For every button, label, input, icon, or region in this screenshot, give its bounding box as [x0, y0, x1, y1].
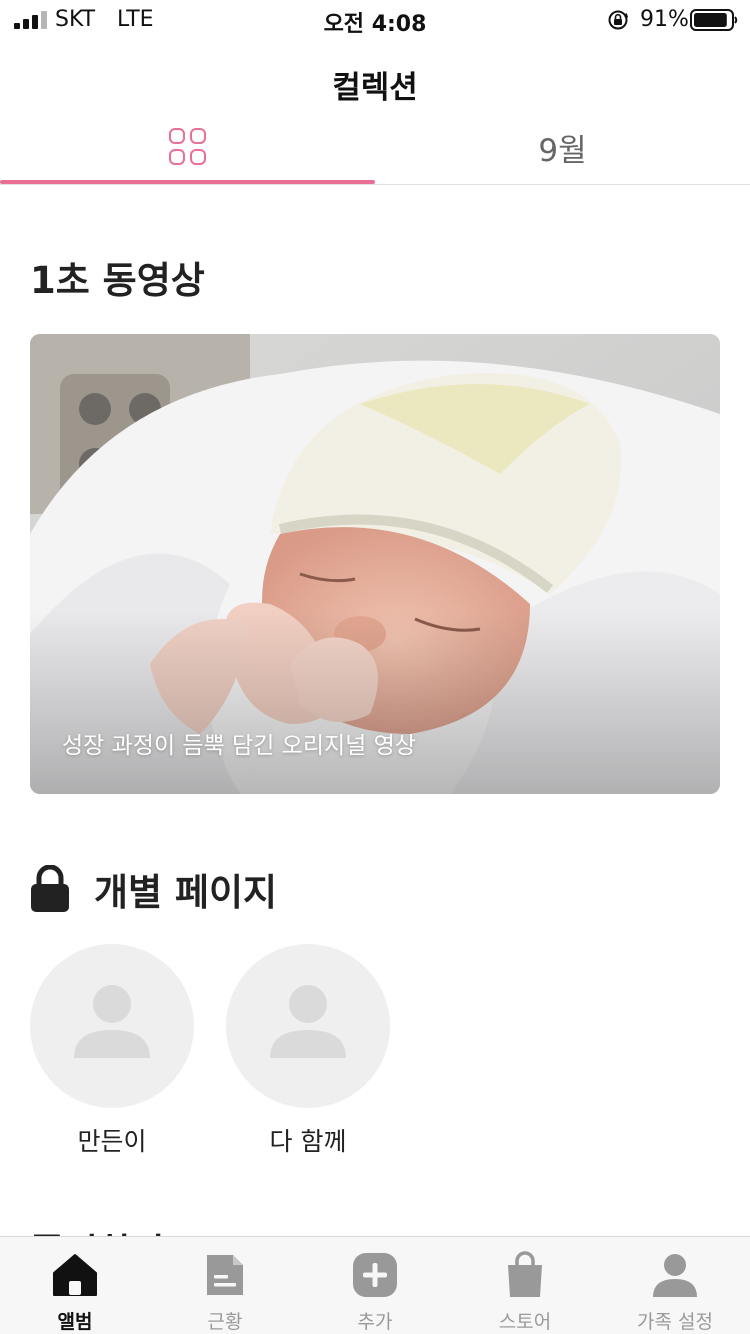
nav-item-store[interactable]: 스토어: [450, 1237, 600, 1334]
nav-label-add: 추가: [357, 1311, 393, 1333]
bottom-nav: 앨범 근황 추가 스토어 가족 설정: [0, 1236, 750, 1334]
nav-label-family-settings: 가족 설정: [637, 1311, 713, 1333]
profile-name: 다 함께: [269, 1127, 347, 1156]
rotation-lock-icon: [608, 10, 629, 30]
battery-icon: [690, 9, 738, 31]
grid-icon: [168, 128, 207, 166]
tab-active-indicator: [0, 180, 375, 184]
battery-percent: 91%: [640, 7, 689, 32]
plus-icon: [353, 1253, 397, 1297]
nav-item-add[interactable]: 추가: [300, 1237, 450, 1334]
tab-month[interactable]: 9월: [375, 110, 750, 184]
shopping-bag-icon: [508, 1251, 542, 1297]
avatar: [226, 944, 390, 1108]
person-icon: [74, 985, 150, 1058]
document-icon: [207, 1255, 243, 1295]
profile-item[interactable]: 만든이: [30, 944, 194, 1158]
section-title-private: 개별 페이지: [30, 862, 277, 916]
lock-icon: [31, 865, 69, 912]
status-time: 오전 4:08: [323, 12, 427, 37]
nav-label-album: 앨범: [57, 1311, 93, 1333]
person-icon: [653, 1254, 697, 1297]
video-card[interactable]: 성장 과정이 듬뿍 담긴 오리지널 영상: [30, 334, 720, 794]
nav-item-news[interactable]: 근황: [150, 1237, 300, 1334]
profile-name: 만든이: [77, 1127, 147, 1156]
page-title: 컬렉션: [332, 70, 418, 106]
home-icon: [53, 1254, 97, 1296]
nav-item-album[interactable]: 앨범: [0, 1237, 150, 1334]
avatar: [30, 944, 194, 1108]
section-title-private-label: 개별 페이지: [94, 871, 278, 914]
nav-label-news: 근황: [207, 1311, 243, 1333]
tab-bar: 9월: [0, 110, 750, 185]
profile-item[interactable]: 다 함께: [226, 944, 390, 1158]
status-bar: SKT LTE 오전 4:08 91%: [0, 0, 750, 40]
tab-grid-view[interactable]: [0, 110, 375, 184]
video-caption: 성장 과정이 듬뿍 담긴 오리지널 영상: [62, 733, 416, 759]
newborn-baby-photo: [30, 334, 720, 794]
nav-label-store: 스토어: [498, 1311, 552, 1333]
nav-item-family-settings[interactable]: 가족 설정: [600, 1237, 750, 1334]
person-icon: [270, 985, 346, 1058]
section-title-video: 1초 동영상: [30, 259, 205, 302]
